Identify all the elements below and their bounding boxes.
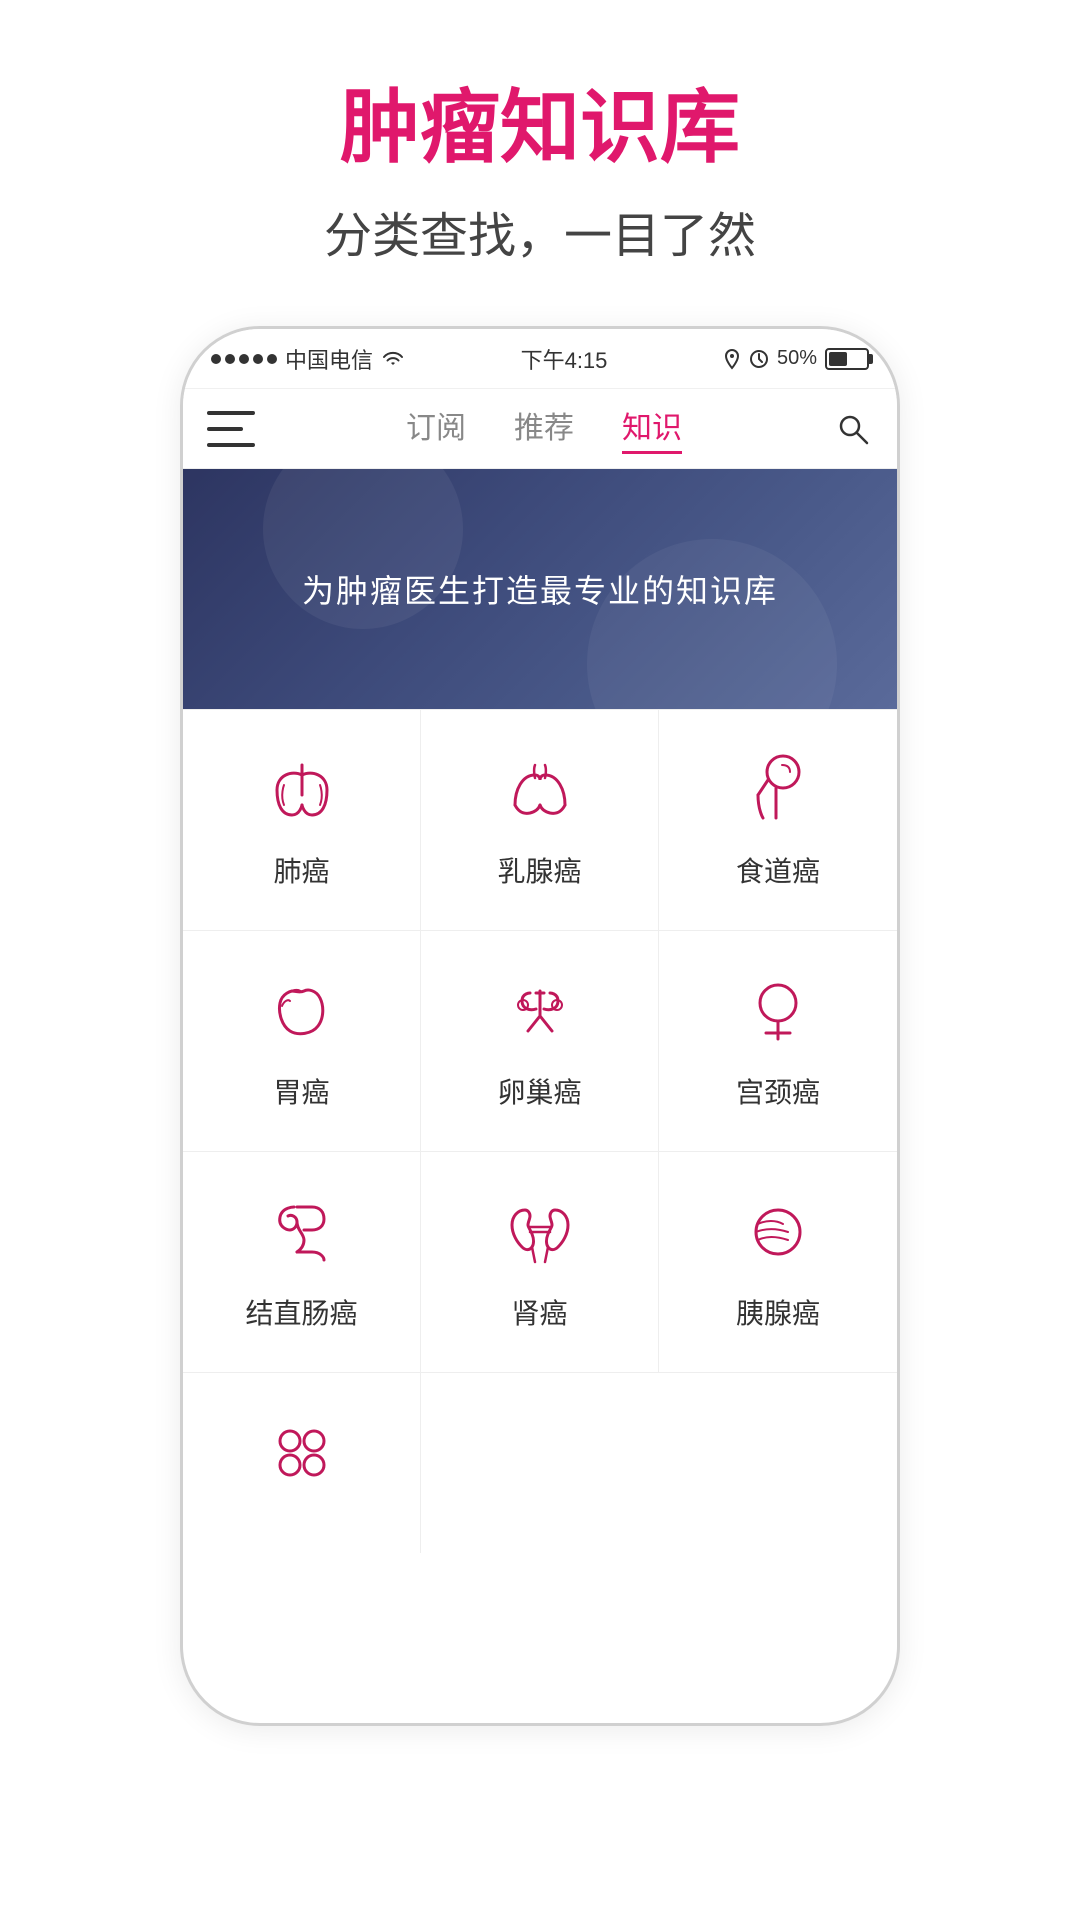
lung-label: 肺癌 [273, 850, 329, 890]
page-header: 肿瘤知识库 分类查找，一目了然 [324, 80, 756, 266]
esophagus-label: 食道癌 [736, 850, 820, 890]
lung-icon [262, 750, 342, 830]
category-lung[interactable]: 肺癌 [183, 710, 421, 931]
status-bar: 中国电信 下午4:15 50% [183, 329, 897, 389]
category-kidney[interactable]: 肾癌 [421, 1152, 659, 1373]
kidney-icon [500, 1192, 580, 1272]
signal-dots [211, 354, 277, 364]
category-more[interactable] [183, 1373, 421, 1553]
category-breast[interactable]: 乳腺癌 [421, 710, 659, 931]
kidney-label: 肾癌 [511, 1292, 567, 1332]
category-ovarian[interactable]: 卵巢癌 [421, 931, 659, 1152]
signal-dot-5 [267, 354, 277, 364]
category-stomach[interactable]: 胃癌 [183, 931, 421, 1152]
pancreatic-label: 胰腺癌 [736, 1292, 820, 1332]
signal-dot-2 [225, 354, 235, 364]
ovarian-icon [500, 971, 580, 1051]
category-pancreatic[interactable]: 胰腺癌 [659, 1152, 897, 1373]
stomach-icon [262, 971, 342, 1051]
location-icon [723, 348, 741, 370]
search-icon[interactable] [833, 409, 873, 449]
banner-text: 为肿瘤医生打造最专业的知识库 [302, 566, 778, 612]
battery-percent: 50% [777, 347, 817, 370]
menu-icon[interactable] [207, 411, 255, 447]
page-title: 肿瘤知识库 [324, 80, 756, 176]
phone-frame: 中国电信 下午4:15 50% [180, 326, 900, 1726]
carrier-name: 中国电信 [285, 343, 373, 375]
breast-icon [500, 750, 580, 830]
category-esophagus[interactable]: 食道癌 [659, 710, 897, 931]
status-time: 下午4:15 [521, 343, 608, 375]
tab-knowledge[interactable]: 知识 [622, 403, 682, 454]
cervical-label: 宫颈癌 [736, 1071, 820, 1111]
signal-dot-3 [239, 354, 249, 364]
category-colorectal[interactable]: 结直肠癌 [183, 1152, 421, 1373]
status-left: 中国电信 [211, 343, 405, 375]
wifi-icon [381, 349, 405, 369]
page-subtitle: 分类查找，一目了然 [324, 196, 756, 266]
breast-label: 乳腺癌 [497, 850, 581, 890]
signal-dot-1 [211, 354, 221, 364]
battery-icon [825, 348, 869, 370]
status-right: 50% [723, 347, 869, 370]
clock-icon [749, 349, 769, 369]
tab-recommend[interactable]: 推荐 [514, 403, 574, 454]
colorectal-icon [262, 1192, 342, 1272]
more-icon [262, 1413, 342, 1493]
menu-line-3 [207, 443, 255, 447]
cervical-icon [738, 971, 818, 1051]
ovarian-label: 卵巢癌 [497, 1071, 581, 1111]
battery-fill [829, 352, 847, 366]
tab-subscribe[interactable]: 订阅 [406, 403, 466, 454]
menu-line-2 [207, 427, 243, 431]
signal-dot-4 [253, 354, 263, 364]
nav-links: 订阅 推荐 知识 [255, 403, 833, 454]
category-cervical[interactable]: 宫颈癌 [659, 931, 897, 1152]
banner: 为肿瘤医生打造最专业的知识库 [183, 469, 897, 709]
colorectal-label: 结直肠癌 [245, 1292, 357, 1332]
stomach-label: 胃癌 [273, 1071, 329, 1111]
esophagus-icon [738, 750, 818, 830]
menu-line-1 [207, 411, 255, 415]
pancreatic-icon [738, 1192, 818, 1272]
nav-tabs: 订阅 推荐 知识 [183, 389, 897, 469]
category-grid: 肺癌 乳腺癌 [183, 709, 897, 1553]
